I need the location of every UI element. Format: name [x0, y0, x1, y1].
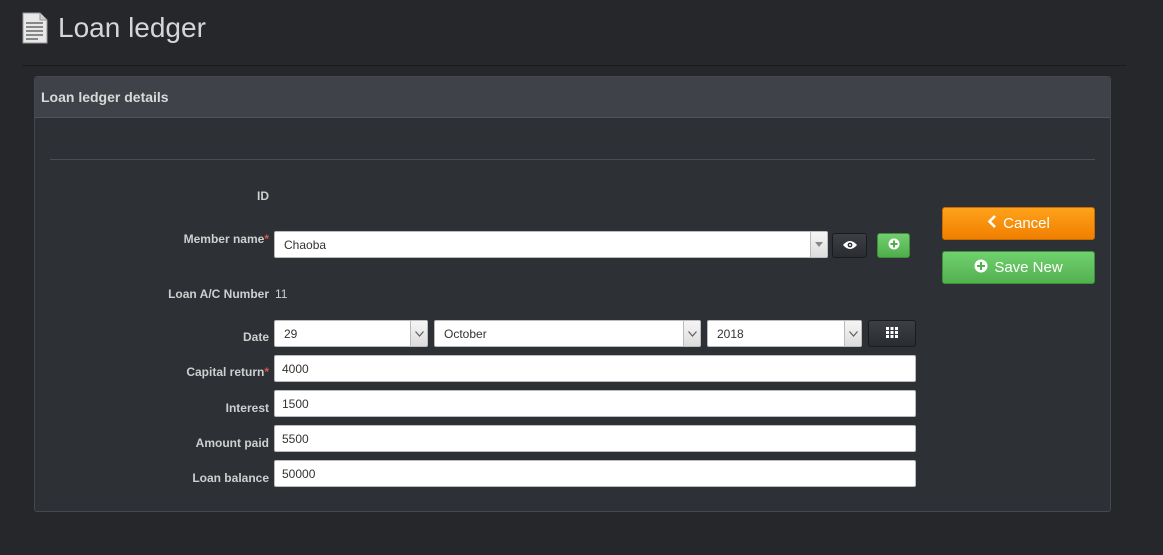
page-header: Loan ledger [22, 10, 206, 46]
calendar-button[interactable] [868, 320, 916, 347]
loan-balance-label: Loan balance [192, 471, 269, 485]
date-year-value: 2018 [717, 326, 744, 341]
panel-heading: Loan ledger details [35, 77, 1110, 118]
member-name-select[interactable]: Chaoba [274, 231, 828, 258]
loan-account-label: Loan A/C Number [168, 287, 269, 301]
capital-return-input[interactable]: 4000 [274, 355, 916, 382]
amount-paid-label: Amount paid [195, 436, 269, 450]
chevron-left-icon [987, 215, 1003, 232]
cancel-button[interactable]: Cancel [942, 207, 1095, 240]
date-year-select[interactable]: 2018 [707, 320, 862, 347]
save-new-button[interactable]: Save New [942, 251, 1095, 284]
loan-balance-input[interactable]: 50000 [274, 460, 916, 487]
loan-ledger-panel: Loan ledger details ID Member name* Chao… [34, 76, 1111, 512]
date-label: Date [242, 330, 269, 344]
cancel-button-label: Cancel [1003, 215, 1050, 232]
date-month-select[interactable]: October [434, 320, 701, 347]
document-icon [22, 12, 48, 44]
interest-label: Interest [225, 401, 269, 415]
chevron-down-icon[interactable] [810, 232, 827, 257]
date-day-value: 29 [284, 326, 298, 341]
save-new-button-label: Save New [994, 259, 1063, 276]
page-title: Loan ledger [58, 12, 206, 43]
header-divider [22, 65, 1126, 66]
member-name-value: Chaoba [284, 237, 327, 252]
add-member-button[interactable] [877, 233, 910, 258]
plus-circle-icon [888, 237, 900, 255]
id-label: ID [257, 189, 269, 203]
calendar-grid-icon [886, 325, 898, 343]
loan-account-value: 11 [275, 287, 288, 301]
amount-paid-input[interactable]: 5500 [274, 425, 916, 452]
chevron-down-icon[interactable] [683, 321, 700, 346]
view-member-button[interactable] [832, 233, 867, 258]
chevron-down-icon[interactable] [410, 321, 427, 346]
capital-return-label: Capital return* [186, 365, 269, 379]
form-divider [50, 159, 1095, 160]
interest-input[interactable]: 1500 [274, 390, 916, 417]
plus-circle-icon [974, 259, 994, 277]
chevron-down-icon[interactable] [844, 321, 861, 346]
eye-icon [842, 237, 857, 255]
date-month-value: October [444, 326, 487, 341]
member-name-label: Member name* [183, 232, 269, 246]
date-day-select[interactable]: 29 [274, 320, 428, 347]
panel-title: Loan ledger details [41, 89, 169, 105]
